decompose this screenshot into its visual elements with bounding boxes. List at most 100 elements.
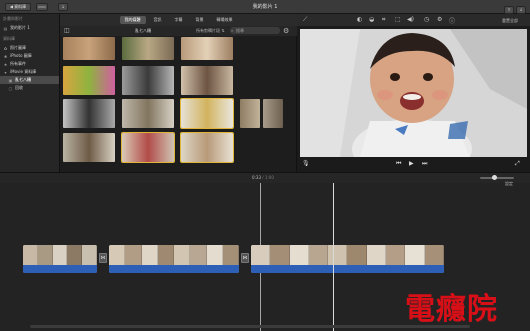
media-thumbnail[interactable] (122, 37, 174, 60)
zoom-slider-knob[interactable] (492, 175, 497, 180)
timeline-settings-button[interactable]: 設定 (505, 181, 513, 187)
window-title: 我的影片 1 (252, 4, 278, 10)
crop-icon[interactable]: ⌗ (382, 16, 385, 24)
sidebar-item-label: 照片圖庫 (10, 45, 26, 50)
clip-video-track (23, 245, 97, 265)
import-button[interactable]: ↓ (58, 3, 68, 11)
photos-icon: ✿ (3, 45, 8, 51)
sidebar-item-label: 回收 (15, 85, 23, 90)
search-icon: ⌕ (231, 28, 234, 33)
transition-marker[interactable]: ⋈ (99, 253, 107, 263)
media-thumbnail-selected[interactable] (121, 132, 175, 163)
section-libraries-header: 資料庫 (3, 36, 15, 41)
clip-audio-waveform (23, 265, 97, 273)
media-thumbnail-selected[interactable] (180, 132, 234, 163)
film-icon: ▤ (3, 25, 8, 31)
play-icon[interactable]: ▶ (409, 160, 414, 167)
clip-audio-waveform (109, 265, 239, 273)
trash-icon: ▢ (8, 85, 13, 91)
event-icon: ▣ (8, 77, 13, 83)
browser-filter-bar: ◫ 亂七八糟 所有剪輯片段 ⇅ ⌕ 搜尋 ⚙ (60, 26, 297, 36)
clip-video-track (109, 245, 239, 265)
magic-wand-icon[interactable]: ⟋ (303, 16, 307, 24)
clip-video-track (251, 245, 444, 265)
volume-icon[interactable]: ◀) (407, 16, 414, 23)
timeline-clip[interactable] (109, 245, 239, 273)
color-balance-icon[interactable]: ◐ (357, 16, 362, 23)
info-icon[interactable]: ⓘ (449, 16, 455, 25)
speed-icon[interactable]: ◷ (424, 16, 429, 23)
iphoto-icon: ❀ (3, 53, 8, 59)
media-thumbnail[interactable] (181, 66, 233, 95)
view-toggle-button[interactable]: ▭▭ (36, 3, 48, 11)
timeline: 0:33 / 1:00 設定 ⋈ ⋈ 電癮院 (0, 172, 530, 331)
sidebar-item-all-events[interactable]: ★ 所有事件 (0, 60, 59, 68)
download-button[interactable]: ↓ (516, 6, 526, 14)
playback-controls: 🎙︎ ⏮ ▶ ⏭ ⤢ (297, 159, 530, 171)
transition-marker[interactable]: ⋈ (241, 253, 249, 263)
browser-settings-icon[interactable]: ⚙ (283, 27, 289, 35)
sidebar-item-label: iPhoto 圖庫 (10, 53, 32, 58)
media-thumbnail-selected[interactable] (180, 98, 234, 129)
timecode-current: 0:33 (252, 175, 261, 180)
skip-back-icon[interactable]: ⏮ (396, 160, 401, 168)
sidebar-item-trash[interactable]: ▢ 回收 (0, 84, 59, 92)
color-correction-icon[interactable]: ◒ (369, 16, 374, 23)
skimmer-line (333, 183, 334, 331)
watermark-logo: 電癮院 (405, 292, 498, 327)
star-icon: ★ (3, 61, 8, 67)
fullscreen-icon[interactable]: ⤢ (515, 160, 520, 168)
disclosure-triangle-icon[interactable]: ▾ (3, 70, 8, 75)
tab-titles[interactable]: 字幕 (170, 16, 188, 24)
viewer-pane: ⟋ ◐ ◒ ⌗ ⬚ ◀) ◷ ⚙ ⓘ 重置全部 🎙︎ ⏮ ▶ ⏭ ⤢ (297, 14, 530, 172)
sidebar-item-project[interactable]: ▤ 我的影片 1 (0, 24, 59, 32)
sidebar-item-label: 我的影片 1 (10, 25, 30, 30)
clip-filter-icon[interactable]: ⚙ (437, 16, 442, 23)
horizontal-scrollbar[interactable] (30, 325, 470, 328)
timeline-clip[interactable] (251, 245, 444, 273)
clip-filter-select[interactable]: 所有剪輯片段 ⇅ (196, 28, 225, 34)
tab-my-media[interactable]: 我的媒體 (119, 16, 146, 24)
skip-forward-icon[interactable]: ⏭ (422, 160, 427, 168)
zoom-slider[interactable] (480, 175, 514, 180)
tab-transitions[interactable]: 轉場效果 (212, 16, 238, 24)
timecode: 0:33 / 1:00 (252, 175, 274, 180)
media-thumbnail[interactable] (63, 99, 115, 128)
media-thumbnail[interactable] (63, 66, 115, 95)
sidebar-item-imovie-library[interactable]: ▾ iMovie 資料庫 (0, 68, 59, 76)
sidebar-item-event-selected[interactable]: ▣ 亂七八糟 (0, 76, 59, 84)
sidebar-toggle-icon[interactable]: ◫ (64, 27, 70, 34)
timeline-clip[interactable] (23, 245, 97, 273)
share-button[interactable]: ⇪ (504, 6, 514, 14)
media-tabs: 我的媒體 音訊 字幕 背景 轉場效果 (60, 14, 297, 26)
search-input[interactable]: ⌕ 搜尋 (230, 27, 280, 34)
search-placeholder: 搜尋 (236, 28, 244, 33)
timecode-total: / 1:00 (262, 175, 274, 180)
library-sidebar: 計畫與影片 ▤ 我的影片 1 資料庫 ✿ 照片圖庫 ❀ iPhoto 圖庫 ★ … (0, 14, 60, 172)
media-thumbnail[interactable] (181, 37, 233, 60)
stabilization-icon[interactable]: ⬚ (395, 16, 401, 23)
media-thumbnail[interactable] (63, 133, 115, 162)
section-projects-header: 計畫與影片 (3, 16, 23, 21)
title-bar: ◀ 資料庫 ▭▭ ↓ 我的影片 1 ⇪ ↓ (0, 0, 530, 14)
media-thumbnail[interactable] (63, 37, 115, 60)
media-thumbnail[interactable] (240, 99, 260, 128)
viewer-toolbar: ⟋ ◐ ◒ ⌗ ⬚ ◀) ◷ ⚙ ⓘ 重置全部 (297, 14, 530, 26)
timeline-header: 0:33 / 1:00 設定 (0, 173, 530, 186)
sidebar-item-photos[interactable]: ✿ 照片圖庫 (0, 44, 59, 52)
microphone-icon[interactable]: 🎙︎ (302, 160, 310, 167)
media-thumbnail[interactable] (263, 99, 283, 128)
reset-all-button[interactable]: 重置全部 (502, 18, 518, 24)
sidebar-item-label: 所有事件 (10, 61, 26, 66)
sidebar-item-iphoto[interactable]: ❀ iPhoto 圖庫 (0, 52, 59, 60)
sidebar-item-label: 亂七八糟 (15, 77, 31, 82)
tab-backgrounds[interactable]: 背景 (191, 16, 209, 24)
clip-audio-waveform (251, 265, 444, 273)
libraries-back-button[interactable]: ◀ 資料庫 (5, 3, 31, 11)
tab-audio[interactable]: 音訊 (149, 16, 167, 24)
media-thumbnail[interactable] (122, 66, 174, 95)
media-browser: 我的媒體 音訊 字幕 背景 轉場效果 ◫ 亂七八糟 所有剪輯片段 ⇅ ⌕ 搜尋 … (60, 14, 297, 172)
sidebar-item-label: iMovie 資料庫 (10, 69, 37, 74)
media-thumbnail[interactable] (122, 99, 174, 128)
toddler-video-frame (300, 29, 527, 157)
